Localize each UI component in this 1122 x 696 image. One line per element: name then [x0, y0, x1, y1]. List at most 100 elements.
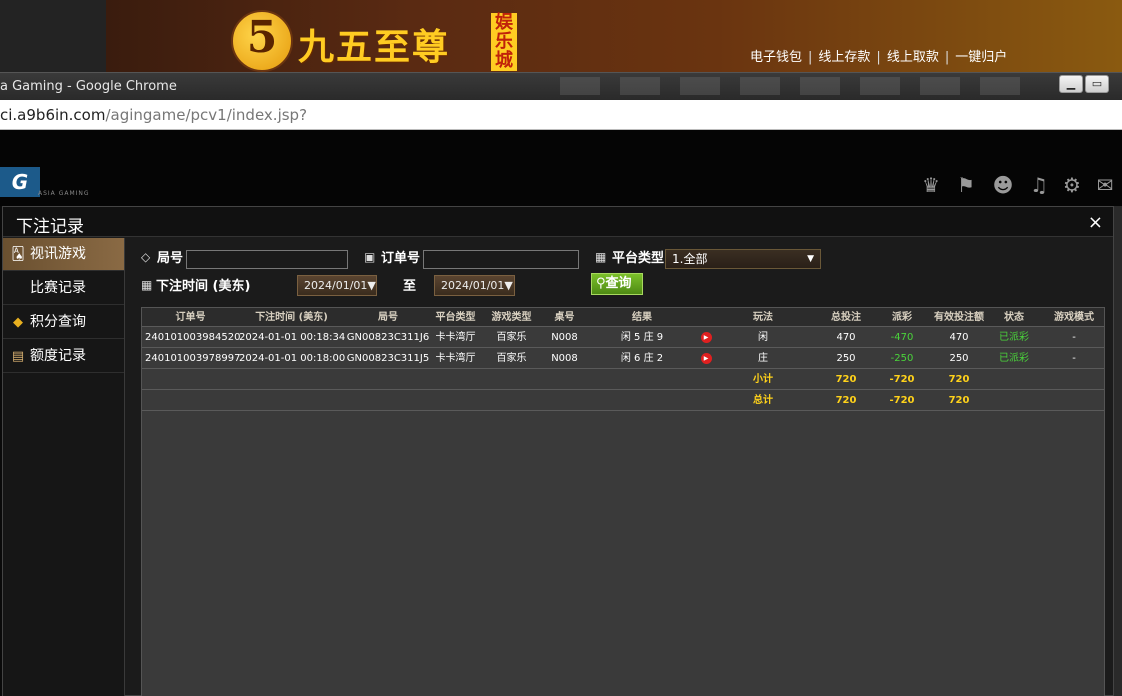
header-status[interactable]: 状态	[992, 308, 1036, 328]
cell-status: 已派彩	[999, 353, 1029, 364]
dialog-header: 下注记录 ×	[3, 207, 1113, 237]
cell-payout: -470	[890, 332, 914, 343]
query-button-label: 查询	[605, 276, 632, 291]
nav-item-video-games[interactable]: 🂡 视讯游戏	[3, 238, 124, 271]
tag-icon: ◇	[141, 250, 151, 264]
flag-icon[interactable]: ⚑	[953, 172, 979, 198]
nav-item-label: 额度记录	[30, 348, 86, 364]
table-row[interactable]: 240101003984520 2024-01-01 00:18:34 GN00…	[142, 328, 1104, 348]
cell-total-bet: 250	[836, 353, 856, 364]
cell-result: 闲 6 庄 2	[620, 353, 664, 364]
subtotal-row: 小计 720 -720 720	[142, 370, 1104, 390]
nav-item-label: 视讯游戏	[30, 246, 86, 262]
cell-game-mode: -	[1072, 332, 1076, 343]
cell-payout: -250	[890, 353, 914, 364]
cell-bet-time: 2024-01-01 00:18:00	[239, 353, 346, 364]
cell-status: 已派彩	[999, 332, 1029, 343]
cell-result: 闲 5 庄 9	[620, 332, 664, 343]
nav-deposit[interactable]: 线上存款	[818, 50, 870, 65]
cell-valid-bet: 470	[949, 332, 969, 343]
cell-bet-time: 2024-01-01 00:18:34	[239, 332, 346, 343]
music-icon[interactable]: ♫	[1026, 172, 1052, 198]
dialog-title: 下注记录	[16, 217, 84, 237]
table-row[interactable]: 240101003978997 2024-01-01 00:18:00 GN00…	[142, 349, 1104, 369]
replay-button[interactable]: ▶	[699, 349, 713, 369]
clipboard-icon: ▣	[364, 250, 376, 264]
header-platform[interactable]: 平台类型	[432, 308, 479, 328]
total-bet: 720	[835, 395, 857, 406]
cell-table-no: N008	[551, 353, 578, 364]
message-icon[interactable]: ✉	[1092, 172, 1118, 198]
cell-order: 240101003984520	[145, 332, 241, 343]
site-logo-text: 九五至尊	[298, 26, 451, 68]
header-order[interactable]: 订单号	[142, 308, 239, 328]
chevron-down-icon: ▼	[807, 254, 814, 264]
order-label: 订单号	[381, 251, 421, 266]
query-button[interactable]: ⚲查询	[591, 273, 643, 295]
nav-item-credit-records[interactable]: ▤ 额度记录	[3, 340, 124, 373]
play-icon: ▶	[700, 331, 712, 343]
close-icon[interactable]: ×	[1088, 212, 1103, 233]
document-icon: ▤	[11, 349, 25, 364]
header-total-bet[interactable]: 总投注	[822, 308, 870, 328]
minimize-button[interactable]: ▁	[1059, 75, 1083, 93]
search-icon: ⚲	[596, 276, 606, 291]
platform-select-value: 1.全部	[672, 252, 708, 266]
asia-gaming-logo: G	[0, 167, 40, 197]
cell-play: 闲	[758, 332, 768, 343]
table-header-row: 订单号 下注时间 (美东) 局号 平台类型 游戏类型 桌号 结果 玩法 总投注 …	[142, 308, 1104, 327]
subtotal-valid: 720	[948, 374, 970, 385]
cell-valid-bet: 250	[949, 353, 969, 364]
maximize-button[interactable]: ▭	[1085, 75, 1109, 93]
cell-game-mode: -	[1072, 353, 1076, 364]
gear-icon[interactable]: ⚙	[1059, 172, 1085, 198]
nav-item-match-records[interactable]: 比赛记录	[3, 272, 124, 305]
nav-one-click-transfer[interactable]: 一键归户	[955, 50, 1007, 65]
site-banner: 5 九五至尊 娱乐城 电子钱包 | 线上存款 | 线上取款 | 一键归户	[0, 0, 1122, 72]
bet-record-dialog: 下注记录 × 🂡 视讯游戏 比赛记录 ◆ 积分查询 ▤ 额度记录 ◇ 局号 ▣	[2, 206, 1114, 696]
date-to-label: 至	[403, 279, 417, 294]
header-result[interactable]: 结果	[585, 308, 699, 328]
date-to-picker[interactable]: 2024/01/01▼	[434, 275, 515, 296]
nav-item-label: 积分查询	[30, 314, 86, 330]
site-logo-badge: 娱乐城	[491, 13, 517, 71]
cell-play: 庄	[758, 353, 768, 364]
chat-user-icon[interactable]: ☻	[990, 172, 1016, 198]
header-valid-bet[interactable]: 有效投注额	[929, 308, 989, 328]
header-bet-time[interactable]: 下注时间 (美东)	[239, 308, 344, 328]
platform-select[interactable]: 1.全部 ▼	[665, 249, 821, 269]
browser-title-bar: a Gaming - Google Chrome ▁ ▭	[0, 72, 1122, 100]
calendar-icon: ▦	[141, 278, 153, 292]
nav-item-points-query[interactable]: ◆ 积分查询	[3, 306, 124, 339]
round-label: 局号	[157, 251, 184, 266]
subtotal-bet: 720	[835, 374, 857, 385]
date-from-picker[interactable]: 2024/01/01▼	[297, 275, 377, 296]
cell-order: 240101003978997	[145, 353, 241, 364]
cards-icon: 🂡	[11, 247, 25, 262]
browser-address-bar[interactable]: ci.a9b6in.com/agingame/pcv1/index.jsp?	[0, 100, 1122, 130]
nav-e-wallet[interactable]: 电子钱包	[750, 50, 802, 65]
vip-crown-icon[interactable]: ♛	[918, 172, 944, 198]
header-game-type[interactable]: 游戏类型	[479, 308, 544, 328]
nav-withdraw[interactable]: 线上取款	[887, 50, 939, 65]
subtotal-payout: -720	[889, 374, 915, 385]
total-label: 总计	[753, 395, 773, 406]
header-payout[interactable]: 派彩	[882, 308, 922, 328]
total-payout: -720	[889, 395, 915, 406]
site-logo-digit: 5	[246, 12, 278, 63]
round-input[interactable]	[186, 250, 348, 269]
header-game-mode[interactable]: 游戏模式	[1046, 308, 1102, 328]
cell-game-type: 百家乐	[496, 332, 527, 343]
header-play[interactable]: 玩法	[738, 308, 788, 328]
header-table-no[interactable]: 桌号	[544, 308, 585, 328]
header-round[interactable]: 局号	[344, 308, 432, 328]
order-input[interactable]	[423, 250, 579, 269]
url-host: ci.a9b6in.com	[0, 106, 106, 124]
bet-time-label: 下注时间 (美东)	[156, 279, 251, 294]
cell-game-type: 百家乐	[496, 353, 527, 364]
replay-button[interactable]: ▶	[699, 328, 713, 348]
subtotal-label: 小计	[753, 374, 773, 385]
cell-table-no: N008	[551, 332, 578, 343]
address-url[interactable]: ci.a9b6in.com/agingame/pcv1/index.jsp?	[0, 106, 307, 124]
diamond-icon: ◆	[13, 315, 23, 330]
